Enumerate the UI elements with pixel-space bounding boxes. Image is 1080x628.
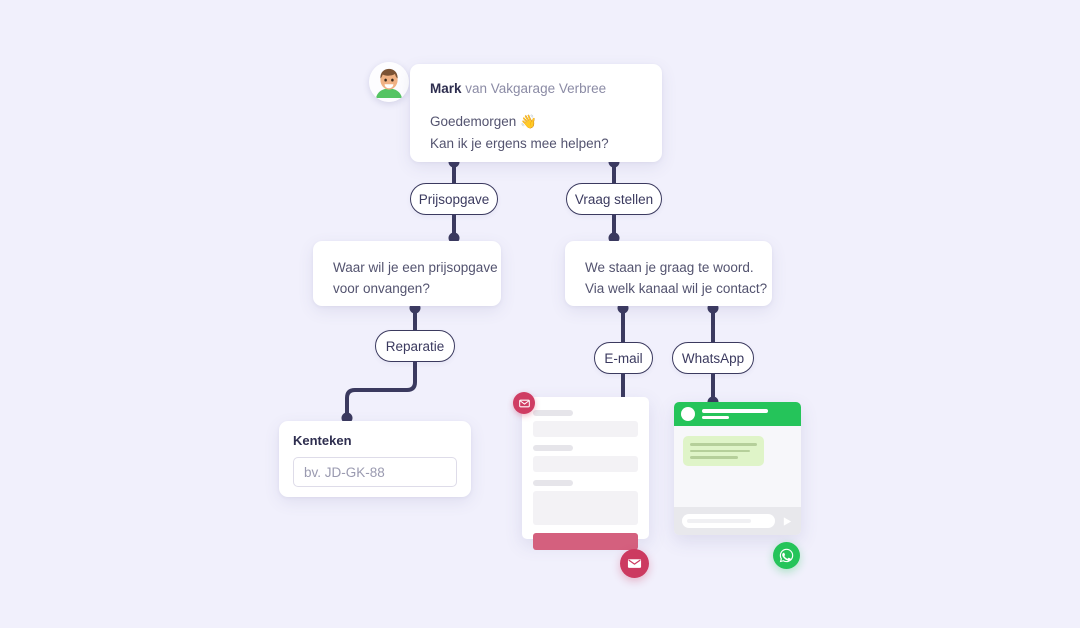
- whatsapp-mock-avatar: [681, 407, 695, 421]
- option-email-label: E-mail: [604, 350, 643, 366]
- whatsapp-mock-title-lines: [702, 409, 794, 419]
- email-channel-badge[interactable]: [620, 549, 649, 578]
- whatsapp-mock-bubble: [683, 436, 764, 466]
- option-reparatie[interactable]: Reparatie: [375, 330, 455, 362]
- mock-field-label: [533, 445, 573, 451]
- kenteken-input[interactable]: [294, 458, 456, 486]
- intro-sender-name: Mark: [430, 81, 462, 96]
- bot-right-line1: We staan je graag te woord.: [585, 260, 754, 275]
- option-prijsopgave-label: Prijsopgave: [418, 191, 490, 207]
- email-form-mockup: [522, 397, 649, 550]
- option-prijsopgave[interactable]: Prijsopgave: [410, 183, 498, 215]
- bot-left-line1: Waar wil je een prijsopgave: [333, 260, 498, 275]
- email-badge-top: [513, 392, 535, 414]
- send-triangle-icon[interactable]: [782, 516, 793, 527]
- option-whatsapp-label: WhatsApp: [681, 350, 745, 366]
- whatsapp-mock-input[interactable]: [682, 514, 775, 528]
- whatsapp-mock-body: [674, 426, 801, 507]
- mock-field-label: [533, 410, 573, 416]
- bot-left-line2: voor onvangen?: [333, 281, 430, 296]
- option-vraag-stellen[interactable]: Vraag stellen: [566, 183, 662, 215]
- kenteken-label: Kenteken: [293, 433, 352, 448]
- kenteken-input-row: [293, 457, 457, 487]
- mock-field-textarea: [533, 491, 638, 525]
- intro-sender: Mark van Vakgarage Verbree: [430, 81, 642, 97]
- whatsapp-mock-composer: [674, 507, 801, 535]
- whatsapp-chat-mockup: [674, 402, 801, 535]
- mock-field-label: [533, 480, 573, 486]
- intro-sender-org: van Vakgarage Verbree: [461, 81, 607, 96]
- envelope-icon: [518, 399, 530, 407]
- intro-question: Kan ik je ergens mee helpen?: [430, 136, 609, 151]
- intro-greeting: Goedemorgen 👋: [430, 114, 537, 129]
- envelope-icon: [627, 559, 642, 568]
- bot-right-line2: Via welk kanaal wil je contact?: [585, 281, 768, 296]
- mock-field-input: [533, 421, 638, 437]
- person-avatar-icon: [369, 62, 409, 102]
- option-whatsapp[interactable]: WhatsApp: [672, 342, 754, 374]
- option-vraag-stellen-label: Vraag stellen: [574, 191, 654, 207]
- intro-message-card: Mark van Vakgarage Verbree Goedemorgen 👋…: [410, 64, 662, 162]
- whatsapp-mock-header: [674, 402, 801, 426]
- bot-message-kanaal: We staan je graag te woord. Via welk kan…: [565, 241, 772, 306]
- whatsapp-icon: [779, 548, 794, 563]
- kenteken-form-card: Kenteken: [279, 421, 471, 497]
- option-email[interactable]: E-mail: [594, 342, 653, 374]
- option-reparatie-label: Reparatie: [385, 338, 445, 354]
- bot-message-prijsopgave: Waar wil je een prijsopgave voor onvange…: [313, 241, 501, 306]
- mock-field-input: [533, 456, 638, 472]
- flow-canvas: Mark van Vakgarage Verbree Goedemorgen 👋…: [0, 0, 1080, 628]
- whatsapp-channel-badge[interactable]: [773, 542, 800, 569]
- mock-submit-bar: [533, 533, 638, 550]
